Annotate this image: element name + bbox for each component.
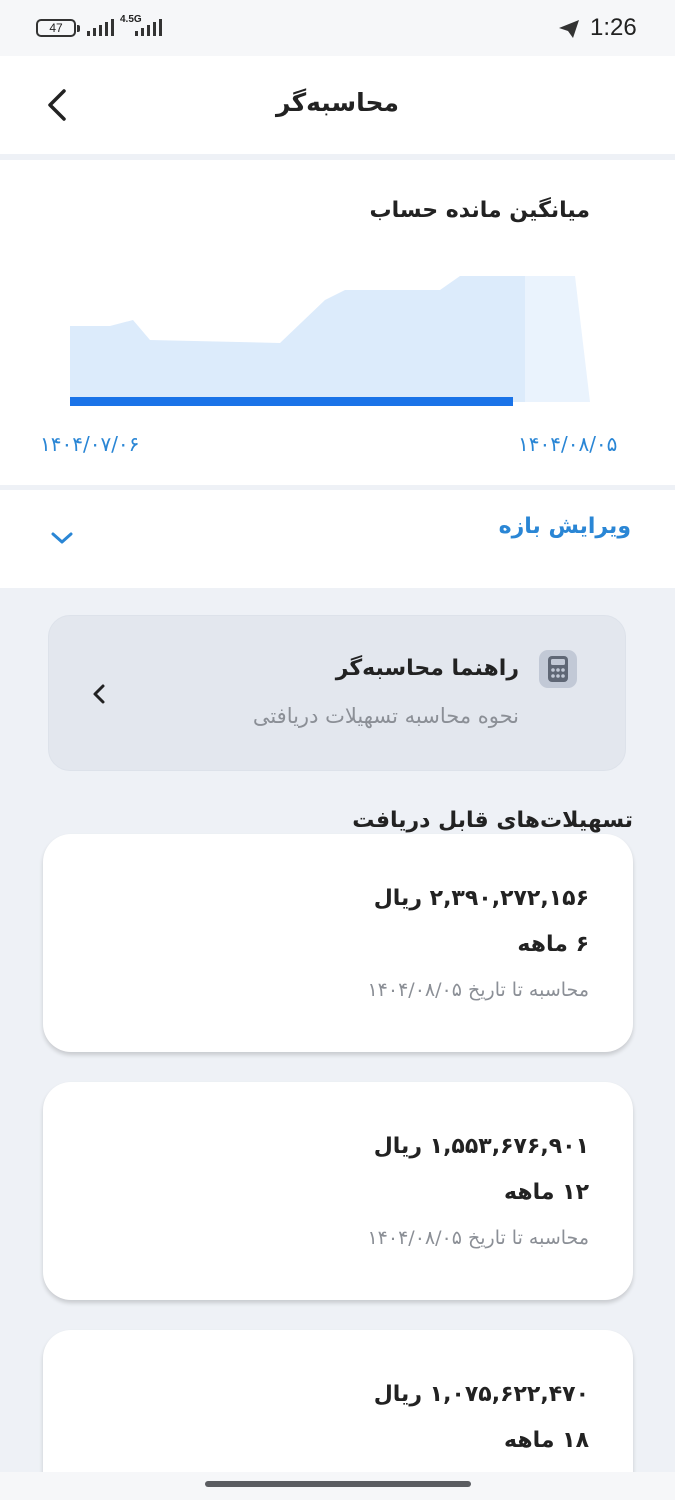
clock: 1:26 [590, 14, 637, 41]
home-indicator[interactable] [205, 1481, 471, 1487]
edit-range-label: ویرایش بازه [498, 514, 631, 539]
facility-duration: ۱۲ ماهه [504, 1180, 589, 1205]
edit-range-toggle[interactable]: ویرایش بازه [0, 490, 675, 588]
navigation-bar [0, 1472, 675, 1500]
page-title: محاسبه‌گر [276, 88, 399, 117]
facility-amount: ۱,۵۵۳,۶۷۶,۹۰۱ ریال [373, 1134, 589, 1159]
chart-start-date: ۱۴۰۴/۰۷/۰۶ [40, 432, 140, 456]
facility-note: محاسبه تا تاریخ ۱۴۰۴/۰۸/۰۵ [367, 1227, 589, 1249]
facility-amount: ۱,۰۷۵,۶۲۲,۴۷۰ ریال [373, 1382, 589, 1407]
app-header: محاسبه‌گر [0, 56, 675, 154]
balance-chart-card: میانگین مانده حساب ۱۴۰۴/۰۷/۰۶ ۱۴۰۴/۰۸/۰۵ [0, 160, 675, 485]
chevron-down-icon [51, 532, 73, 544]
guide-title: راهنما محاسبه‌گر [335, 656, 519, 681]
facility-duration: ۱۸ ماهه [504, 1428, 589, 1453]
chevron-left-icon [93, 684, 105, 704]
facility-card[interactable]: ۲,۳۹۰,۲۷۲,۱۵۶ ریال ۶ ماهه محاسبه تا تاری… [43, 834, 633, 1052]
calculator-guide-card[interactable]: راهنما محاسبه‌گر نحوه محاسبه تسهیلات دری… [48, 615, 626, 771]
calculator-icon [539, 650, 577, 688]
signal-icon [135, 19, 162, 36]
status-bar: 47 4.5G 1:26 [0, 0, 675, 56]
guide-subtitle: نحوه محاسبه تسهیلات دریافتی [252, 704, 519, 728]
telegram-send-icon [559, 20, 579, 38]
chart-area-future [525, 276, 607, 402]
facility-amount: ۲,۳۹۰,۲۷۲,۱۵۶ ریال [373, 886, 589, 911]
facility-duration: ۶ ماهه [517, 932, 589, 957]
chart-end-date: ۱۴۰۴/۰۸/۰۵ [518, 432, 618, 456]
battery-icon: 47 [36, 19, 80, 37]
facilities-section-title: تسهیلات‌های قابل دریافت [352, 808, 633, 833]
signal-icon [87, 19, 114, 36]
facility-card[interactable]: ۱,۵۵۳,۶۷۶,۹۰۱ ریال ۱۲ ماهه محاسبه تا تار… [43, 1082, 633, 1300]
chart-area [70, 276, 525, 402]
facility-note: محاسبه تا تاریخ ۱۴۰۴/۰۸/۰۵ [367, 979, 589, 1001]
chart-progress-bar [70, 397, 513, 406]
